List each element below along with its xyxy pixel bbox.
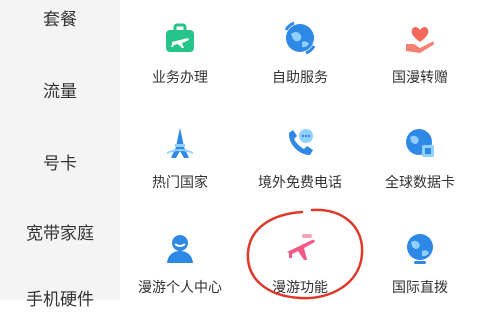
sidebar-item-hardware[interactable]: 手机硬件 [0,288,120,312]
service-global-data-card[interactable]: 全球数据卡 [360,105,480,195]
service-label: 热门国家 [152,175,208,191]
phone-chat-icon [288,129,313,155]
service-label: 业务办理 [152,70,208,86]
service-label: 境外免费电话 [258,175,342,191]
service-label: 国漫转赠 [392,70,448,86]
service-self-service[interactable]: 自助服务 [240,0,360,90]
sidebar-item-data[interactable]: 流量 [0,80,120,104]
service-international-direct-dial[interactable]: 国际直拨 [360,210,480,300]
globe-phone-icon [407,234,433,264]
sidebar-item-packages[interactable]: 套餐 [0,8,120,32]
sidebar-item-sim-card[interactable]: 号卡 [0,152,120,176]
briefcase-plane-icon [166,23,194,52]
category-sidebar: 套餐 流量 号卡 宽带家庭 手机硬件 [0,0,120,310]
highlight-circle-annotation [246,208,364,300]
service-roaming-personal-center[interactable]: 漫游个人中心 [120,210,240,300]
service-label: 全球数据卡 [385,175,455,191]
tower-landmark-icon [166,128,194,158]
service-label: 自助服务 [272,70,328,86]
heart-hand-icon [406,26,435,53]
sidebar-item-broadband[interactable]: 宽带家庭 [0,222,120,246]
service-roaming-transfer[interactable]: 国漫转赠 [360,0,480,90]
service-label: 漫游个人中心 [138,280,222,296]
globe-card-icon [406,129,434,157]
service-label: 国际直拨 [392,280,448,296]
service-free-overseas-call[interactable]: 境外免费电话 [240,105,360,195]
user-icon [167,235,193,263]
service-business-handling[interactable]: 业务办理 [120,0,240,90]
service-popular-countries[interactable]: 热门国家 [120,105,240,195]
globe-rotate-icon [284,21,316,55]
